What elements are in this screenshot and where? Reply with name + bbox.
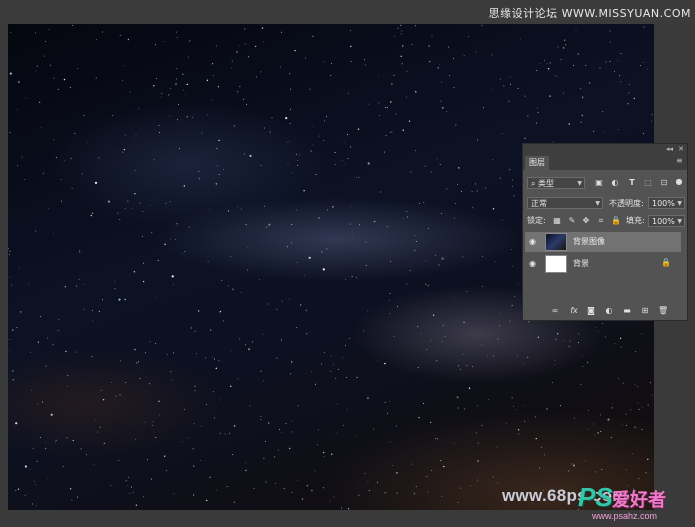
- top-strip: 思缘设计论坛 WWW.MISSYUAN.COM: [0, 0, 695, 24]
- filter-row: ⌕ 类型 ▼ ▣ ◐ T ⬚ ⊡ ●: [523, 176, 687, 190]
- eye-icon[interactable]: ◉: [529, 237, 539, 247]
- lock-image-pixels-icon[interactable]: ✎: [567, 216, 577, 226]
- eye-icon[interactable]: ◉: [529, 259, 539, 269]
- blend-row: 正常 ▼ 不透明度: 100% ▼: [523, 196, 687, 210]
- close-panel-button[interactable]: ✕: [678, 144, 684, 154]
- layers-panel: ◂◂ ✕ 图层 ≡ ⌕ 类型 ▼ ▣ ◐ T ⬚ ⊡ ● 正常 ▼ 不透明度: …: [522, 143, 688, 321]
- panel-bottom-bar: ∞ fx ◙ ◐ ▬ ⊞ 🗑: [523, 303, 687, 320]
- link-icon[interactable]: ∞: [550, 306, 560, 316]
- layers-list: ◉ 背景图像 ◉ 背景 🔒: [525, 231, 687, 303]
- brand-logo: PS 爱好者 www.psahz.com: [578, 482, 690, 524]
- opacity-value: 100%: [652, 199, 675, 208]
- smart-object-filter-icon[interactable]: ⊡: [659, 178, 669, 188]
- opacity-label: 不透明度:: [609, 199, 644, 208]
- brand-logo-url: www.psahz.com: [592, 511, 658, 521]
- lock-position-icon[interactable]: ✥: [581, 216, 591, 226]
- folder-icon[interactable]: ▬: [622, 306, 632, 316]
- chevron-down-icon: ▼: [677, 218, 682, 225]
- brand-logo-ps: PS: [578, 482, 613, 512]
- lock-label: 锁定:: [527, 216, 546, 225]
- panel-tabbar: 图层 ≡: [523, 154, 687, 170]
- lock-row: 锁定: ▦ ✎ ✥ ⌗ 🔒 填充: 100% ▼: [523, 214, 687, 228]
- chevron-down-icon: ▼: [595, 200, 600, 207]
- shape-filter-icon[interactable]: ⬚: [643, 178, 653, 188]
- lock-artboard-icon[interactable]: ⌗: [596, 216, 606, 226]
- search-icon: ⌕: [531, 179, 536, 188]
- adjustment-filter-icon[interactable]: ◐: [610, 178, 620, 188]
- fx-icon[interactable]: fx: [569, 306, 579, 316]
- menu-icon[interactable]: ≡: [676, 157, 684, 165]
- lock-icon: 🔒: [661, 258, 671, 267]
- fill-input[interactable]: 100% ▼: [648, 215, 685, 227]
- fill-value: 100%: [652, 217, 675, 226]
- new-layer-icon[interactable]: ⊞: [640, 306, 650, 316]
- blend-mode-select[interactable]: 正常 ▼: [527, 197, 603, 209]
- brand-logo-cn: 爱好者: [612, 490, 666, 511]
- layer-thumbnail: [545, 255, 567, 273]
- adjustment-icon[interactable]: ◐: [604, 306, 614, 316]
- tab-layers[interactable]: 图层: [525, 156, 549, 170]
- top-watermark: 思缘设计论坛 WWW.MISSYUAN.COM: [488, 7, 691, 20]
- filter-kind-select[interactable]: ⌕ 类型 ▼: [527, 177, 585, 189]
- opacity-input[interactable]: 100% ▼: [648, 197, 685, 209]
- mask-icon[interactable]: ◙: [586, 306, 596, 316]
- chevron-down-icon: ▼: [577, 180, 582, 187]
- pixel-filter-icon[interactable]: ▣: [594, 178, 604, 188]
- layer-name: 背景: [573, 259, 589, 268]
- blend-mode-value: 正常: [531, 199, 547, 208]
- filter-kind-value: 类型: [538, 179, 555, 188]
- lock-transparent-pixels-icon[interactable]: ▦: [552, 216, 562, 226]
- fill-label: 填充:: [626, 216, 645, 225]
- filter-toggle-icon[interactable]: ●: [674, 177, 684, 187]
- panel-collapse-bar: ◂◂ ✕: [523, 144, 687, 154]
- collapse-panel-button[interactable]: ◂◂: [666, 144, 673, 154]
- lock-all-icon[interactable]: 🔒: [611, 216, 621, 226]
- layer-name: 背景图像: [573, 237, 605, 246]
- layer-row[interactable]: ◉ 背景 🔒: [525, 254, 681, 274]
- layer-thumbnail: [545, 233, 567, 251]
- chevron-down-icon: ▼: [677, 200, 682, 207]
- trash-icon[interactable]: 🗑: [658, 306, 668, 316]
- layer-row[interactable]: ◉ 背景图像: [525, 232, 681, 252]
- type-filter-icon[interactable]: T: [627, 178, 637, 188]
